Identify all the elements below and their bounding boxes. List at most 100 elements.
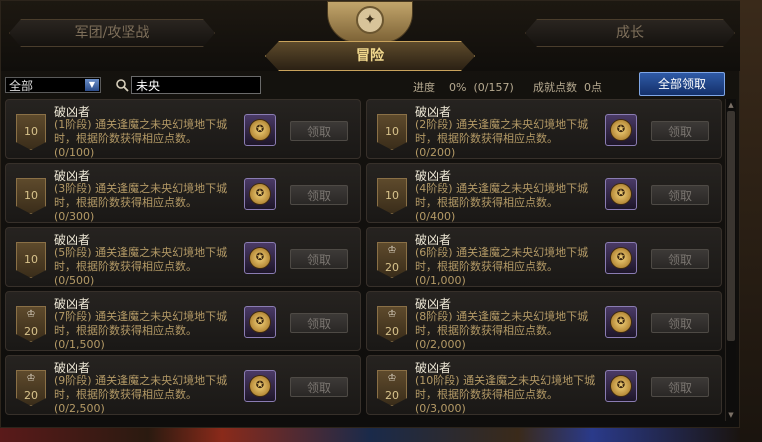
claim-button[interactable]: 领取 [651,313,709,333]
achievement-progress: (0/100) [54,146,95,159]
trophy-badge-icon: ♔ 20 [16,370,46,406]
tab-adventure[interactable]: 冒险 [265,41,475,71]
claim-button[interactable]: 领取 [651,249,709,269]
coin-icon: ✪ [249,311,271,333]
claim-button[interactable]: 领取 [651,121,709,141]
achievement-card: 10 破凶者 (2阶段) 通关逢魔之未央幻境地下城时，根据阶数获得相应点数。 (0/2… [366,99,722,159]
badge-points: 10 [24,189,38,202]
scroll-down-icon[interactable]: ▼ [727,411,735,419]
achievement-points: 成就点数 0点 [533,79,602,95]
chevron-down-icon[interactable]: ▼ [85,79,99,91]
reward-coin-icon[interactable]: ✪ [244,242,276,274]
achievement-progress: (0/1,000) [415,274,466,287]
trophy-icon: ♔ [387,245,397,256]
filter-row: 全部 ▼ 未央 进度 0% (0/157) 成就点数 0点 全部领取 [5,72,737,97]
coin-icon: ✪ [610,375,632,397]
coin-icon: ✪ [610,183,632,205]
badge-points: 20 [385,325,399,338]
progress-count: (0/157) [473,81,514,94]
trophy-icon: ♔ [26,373,36,384]
progress-value: 0% [449,81,467,94]
achievement-description: (6阶段) 通关逢魔之未央幻境地下城时，根据阶数获得相应点数。 [415,246,589,273]
achievement-description: (8阶段) 通关逢魔之未央幻境地下城时，根据阶数获得相应点数。 [415,310,589,337]
achievement-card: ♔ 20 破凶者 (6阶段) 通关逢魔之未央幻境地下城时，根据阶数获得相应点数。 (0/… [366,227,722,287]
reward-coin-icon[interactable]: ✪ [605,370,637,402]
scrollbar[interactable]: ▲ ▼ [725,99,736,421]
point-badge-icon: 10 [377,178,407,214]
achievement-progress: (0/300) [54,210,95,223]
tab-growth[interactable]: 成长 [525,19,735,47]
claim-button[interactable]: 领取 [290,377,348,397]
claim-button[interactable]: 领取 [651,185,709,205]
achievement-progress: (0/2,000) [415,338,466,351]
badge-points: 10 [24,253,38,266]
claim-button[interactable]: 领取 [290,121,348,141]
achievement-description: (4阶段) 通关逢魔之未央幻境地下城时，根据阶数获得相应点数。 [415,182,589,209]
badge-points: 10 [24,125,38,138]
achievement-card: 10 破凶者 (1阶段) 通关逢魔之未央幻境地下城时，根据阶数获得相应点数。 (0/1… [5,99,361,159]
achievement-progress: (0/3,000) [415,402,466,415]
search-icon [116,79,129,92]
trophy-badge-icon: ♔ 20 [377,370,407,406]
point-badge-icon: 10 [377,114,407,150]
compass-icon: ✦ [356,6,384,34]
scroll-up-icon[interactable]: ▲ [727,101,735,109]
achievement-description: (9阶段) 通关逢魔之未央幻境地下城时，根据阶数获得相应点数。 [54,374,228,401]
claim-all-button[interactable]: 全部领取 [639,72,725,96]
category-select-value: 全部 [9,79,34,93]
progress-indicator: 进度 0% (0/157) [413,79,514,95]
achievement-list: 10 破凶者 (1阶段) 通关逢魔之未央幻境地下城时，根据阶数获得相应点数。 (0/1… [5,99,723,429]
reward-coin-icon[interactable]: ✪ [244,306,276,338]
achievement-card: 10 破凶者 (5阶段) 通关逢魔之未央幻境地下城时，根据阶数获得相应点数。 (0/5… [5,227,361,287]
scroll-thumb[interactable] [727,111,735,341]
reward-coin-icon[interactable]: ✪ [605,306,637,338]
badge-points: 10 [385,125,399,138]
achievement-progress: (0/200) [415,146,456,159]
point-badge-icon: 10 [16,242,46,278]
tab-legion-siege[interactable]: 军团/攻坚战 [9,19,215,47]
badge-points: 20 [385,261,399,274]
scroll-emblem-icon: ✦ [327,1,413,43]
achievement-card: ♔ 20 破凶者 (8阶段) 通关逢魔之未央幻境地下城时，根据阶数获得相应点数。 (0/… [366,291,722,351]
point-badge-icon: 10 [16,114,46,150]
badge-points: 20 [24,389,38,402]
claim-button[interactable]: 领取 [651,377,709,397]
achievement-description: (10阶段) 通关逢魔之未央幻境地下城时，根据阶数获得相应点数。 [415,374,596,401]
coin-icon: ✪ [249,119,271,141]
tab-bar: 军团/攻坚战 ✦ 冒险 成长 [1,1,741,71]
search-input[interactable]: 未央 [131,76,261,94]
achievement-card: ♔ 20 破凶者 (9阶段) 通关逢魔之未央幻境地下城时，根据阶数获得相应点数。 (0/… [5,355,361,415]
reward-coin-icon[interactable]: ✪ [605,178,637,210]
trophy-icon: ♔ [26,309,36,320]
achievement-card: ♔ 20 破凶者 (10阶段) 通关逢魔之未央幻境地下城时，根据阶数获得相应点数。 (0… [366,355,722,415]
reward-coin-icon[interactable]: ✪ [244,114,276,146]
badge-points: 10 [385,189,399,202]
coin-icon: ✪ [249,247,271,269]
achievement-progress: (0/2,500) [54,402,105,415]
category-select[interactable]: 全部 ▼ [5,77,101,93]
achievement-card: ♔ 20 破凶者 (7阶段) 通关逢魔之未央幻境地下城时，根据阶数获得相应点数。 (0/… [5,291,361,351]
achievement-progress: (0/500) [54,274,95,287]
achievement-progress: (0/400) [415,210,456,223]
claim-button[interactable]: 领取 [290,249,348,269]
progress-label: 进度 [413,81,435,94]
point-badge-icon: 10 [16,178,46,214]
achievement-description: (7阶段) 通关逢魔之未央幻境地下城时，根据阶数获得相应点数。 [54,310,228,337]
reward-coin-icon[interactable]: ✪ [605,114,637,146]
trophy-badge-icon: ♔ 20 [16,306,46,342]
coin-icon: ✪ [249,183,271,205]
bottom-background [0,428,740,442]
trophy-icon: ♔ [387,373,397,384]
reward-coin-icon[interactable]: ✪ [605,242,637,274]
claim-button[interactable]: 领取 [290,313,348,333]
achievement-progress: (0/1,500) [54,338,105,351]
achievement-description: (5阶段) 通关逢魔之未央幻境地下城时，根据阶数获得相应点数。 [54,246,228,273]
reward-coin-icon[interactable]: ✪ [244,178,276,210]
side-background [740,0,762,442]
claim-button[interactable]: 领取 [290,185,348,205]
achievement-description: (3阶段) 通关逢魔之未央幻境地下城时，根据阶数获得相应点数。 [54,182,228,209]
reward-coin-icon[interactable]: ✪ [244,370,276,402]
coin-icon: ✪ [610,247,632,269]
achievement-window: 军团/攻坚战 ✦ 冒险 成长 全部 ▼ 未央 进度 0% (0/157) 成就点… [0,0,741,429]
trophy-badge-icon: ♔ 20 [377,242,407,278]
